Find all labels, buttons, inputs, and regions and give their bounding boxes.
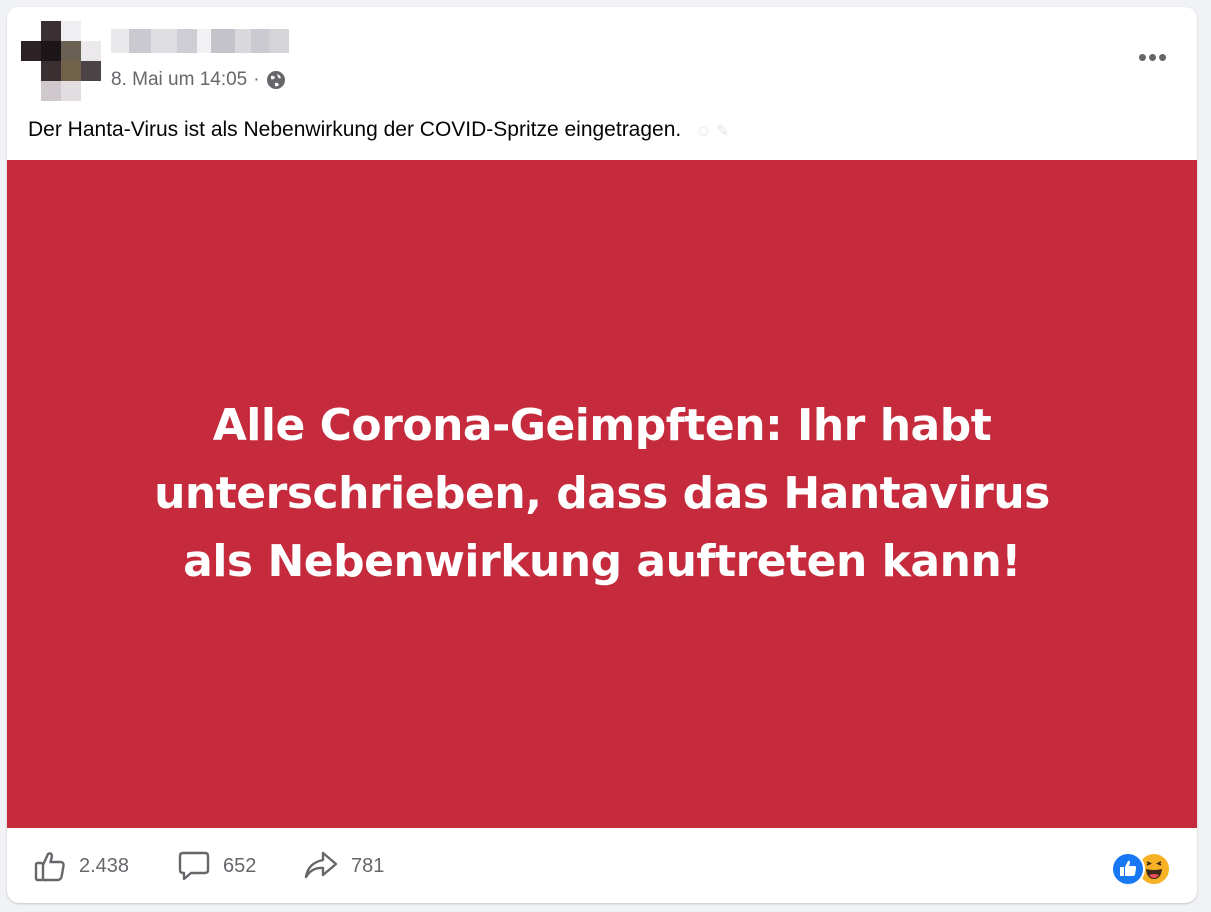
comment-button[interactable]: 652: [177, 850, 256, 882]
post-meta: 8. Mai um 14:05 ·: [111, 67, 286, 93]
like-reaction-icon: [1111, 852, 1145, 886]
meta-separator: ·: [253, 69, 260, 90]
comment-count: 652: [223, 854, 257, 877]
like-count: 2.438: [79, 854, 130, 877]
post-text: Der Hanta-Virus ist als Nebenwirkung der…: [28, 118, 682, 141]
post-image[interactable]: Alle Corona-Geimpften: Ihr habt untersch…: [7, 160, 1197, 828]
more-options-button[interactable]: •••: [1135, 42, 1171, 72]
share-icon: [303, 849, 339, 883]
share-count: 781: [351, 854, 385, 877]
avatar[interactable]: [21, 21, 101, 101]
globe-icon[interactable]: [266, 70, 286, 90]
post-timestamp[interactable]: 8. Mai um 14:05: [111, 69, 247, 91]
reactions-summary[interactable]: [1111, 852, 1173, 886]
like-button[interactable]: 2.438: [33, 850, 129, 882]
faded-emoji-icon: ☺ ✎: [695, 123, 730, 140]
thumbs-up-icon: [33, 849, 67, 883]
image-text: Alle Corona-Geimpften: Ihr habt untersch…: [154, 400, 1050, 587]
comment-icon: [177, 849, 211, 883]
post-card: 8. Mai um 14:05 · ••• Der Hanta-Virus is…: [7, 7, 1197, 903]
author-name[interactable]: [111, 29, 289, 53]
share-button[interactable]: 781: [303, 850, 384, 882]
post-footer: 2.438 652 781: [7, 828, 1197, 903]
post-text-container: Der Hanta-Virus ist als Nebenwirkung der…: [28, 117, 1177, 145]
